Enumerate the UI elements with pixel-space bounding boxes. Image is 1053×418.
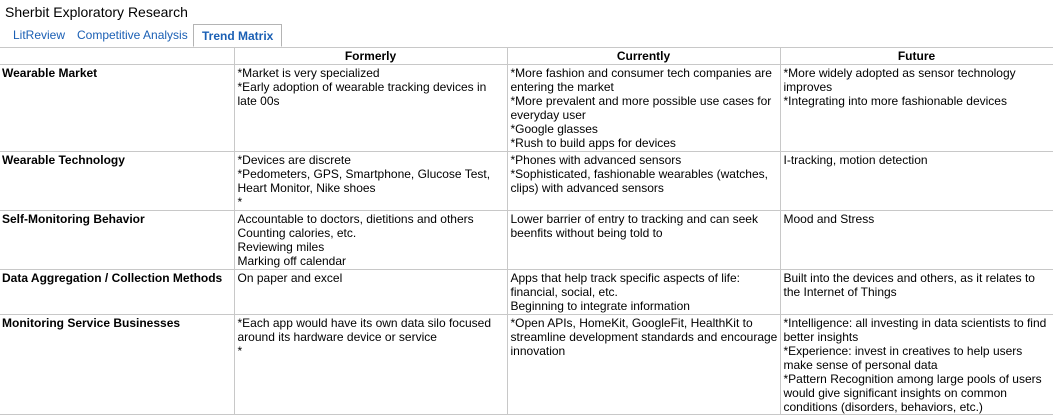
row-label[interactable]: Wearable Market [0, 64, 235, 152]
trend-matrix-table: Formerly Currently Future Wearable Marke… [0, 48, 1053, 415]
cell-future[interactable]: I-tracking, motion detection [779, 151, 1053, 211]
cell-line: * [237, 344, 243, 358]
cell-line: *Intelligence: all investing in data sci… [783, 316, 1047, 344]
header-future[interactable]: Future [779, 48, 1053, 65]
header-row: Formerly Currently Future [0, 48, 1053, 65]
header-corner[interactable] [0, 48, 235, 65]
tab-trend-matrix[interactable]: Trend Matrix [193, 24, 283, 47]
table-row: Wearable Technology *Devices are discret… [0, 151, 1053, 211]
header-formerly[interactable]: Formerly [233, 48, 508, 65]
cell-formerly[interactable]: On paper and excel [233, 269, 508, 315]
table-row: Self-Monitoring Behavior Accountable to … [0, 210, 1053, 270]
cell-future[interactable]: *More widely adopted as sensor technolog… [779, 64, 1053, 152]
cell-line: *Phones with advanced sensors [510, 153, 682, 167]
cell-line: Beginning to integrate information [510, 299, 690, 313]
cell-line: *More prevalent and more possible use ca… [510, 94, 772, 122]
cell-future[interactable]: Mood and Stress [779, 210, 1053, 270]
tab-bar: LitReview Competitive Analysis Trend Mat… [0, 24, 1053, 48]
row-label[interactable]: Self-Monitoring Behavior [0, 210, 235, 270]
cell-line: *Pattern Recognition among large pools o… [783, 372, 1042, 414]
cell-line: *Each app would have its own data silo f… [237, 316, 492, 344]
cell-line: Apps that help track specific aspects of… [510, 271, 740, 299]
cell-currently[interactable]: *Phones with advanced sensors *Sophistica… [506, 151, 781, 211]
cell-line: *Integrating into more fashionable devic… [783, 94, 1007, 108]
cell-line: *Sophisticated, fashionable wearables (w… [510, 167, 768, 195]
cell-line: *Pedometers, GPS, Smartphone, Glucose Te… [237, 167, 491, 195]
row-label[interactable]: Data Aggregation / Collection Methods [0, 269, 235, 315]
tab-litreview[interactable]: LitReview [5, 25, 73, 46]
document-title: Sherbit Exploratory Research [5, 4, 188, 20]
cell-future[interactable]: Built into the devices and others, as it… [779, 269, 1053, 315]
cell-line: *Devices are discrete [237, 153, 351, 167]
row-label[interactable]: Monitoring Service Businesses [0, 314, 235, 415]
cell-line: Counting calories, etc. [237, 226, 357, 240]
cell-line: *Experience: invest in creatives to help… [783, 344, 1023, 372]
cell-line: *Early adoption of wearable tracking dev… [237, 80, 487, 108]
cell-line: *More fashion and consumer tech companie… [510, 66, 772, 94]
cell-formerly[interactable]: Accountable to doctors, dietitions and o… [233, 210, 508, 270]
cell-line: *Rush to build apps for devices [510, 136, 676, 150]
cell-line: *More widely adopted as sensor technolog… [783, 66, 1016, 94]
cell-line: *Google glasses [510, 122, 598, 136]
cell-line: Reviewing miles [237, 240, 325, 254]
table-row: Wearable Market *Market is very speciali… [0, 64, 1053, 152]
cell-future[interactable]: *Intelligence: all investing in data sci… [779, 314, 1053, 415]
cell-currently[interactable]: Apps that help track specific aspects of… [506, 269, 781, 315]
cell-formerly[interactable]: *Market is very specialized *Early adopti… [233, 64, 508, 152]
cell-currently[interactable]: *More fashion and consumer tech companie… [506, 64, 781, 152]
cell-line: * [237, 195, 243, 209]
cell-currently[interactable]: *Open APIs, HomeKit, GoogleFit, HealthKi… [506, 314, 781, 415]
cell-formerly[interactable]: *Each app would have its own data silo f… [233, 314, 508, 415]
cell-line: Accountable to doctors, dietitions and o… [237, 212, 474, 226]
table-row: Monitoring Service Businesses *Each app … [0, 314, 1053, 415]
row-label[interactable]: Wearable Technology [0, 151, 235, 211]
cell-currently[interactable]: Lower barrier of entry to tracking and c… [506, 210, 781, 270]
cell-line: *Market is very specialized [237, 66, 380, 80]
header-currently[interactable]: Currently [506, 48, 781, 65]
cell-formerly[interactable]: *Devices are discrete *Pedometers, GPS, S… [233, 151, 508, 211]
table-row: Data Aggregation / Collection Methods On… [0, 269, 1053, 315]
cell-line: Marking off calendar [237, 254, 347, 268]
tab-competitive-analysis[interactable]: Competitive Analysis [69, 25, 196, 46]
